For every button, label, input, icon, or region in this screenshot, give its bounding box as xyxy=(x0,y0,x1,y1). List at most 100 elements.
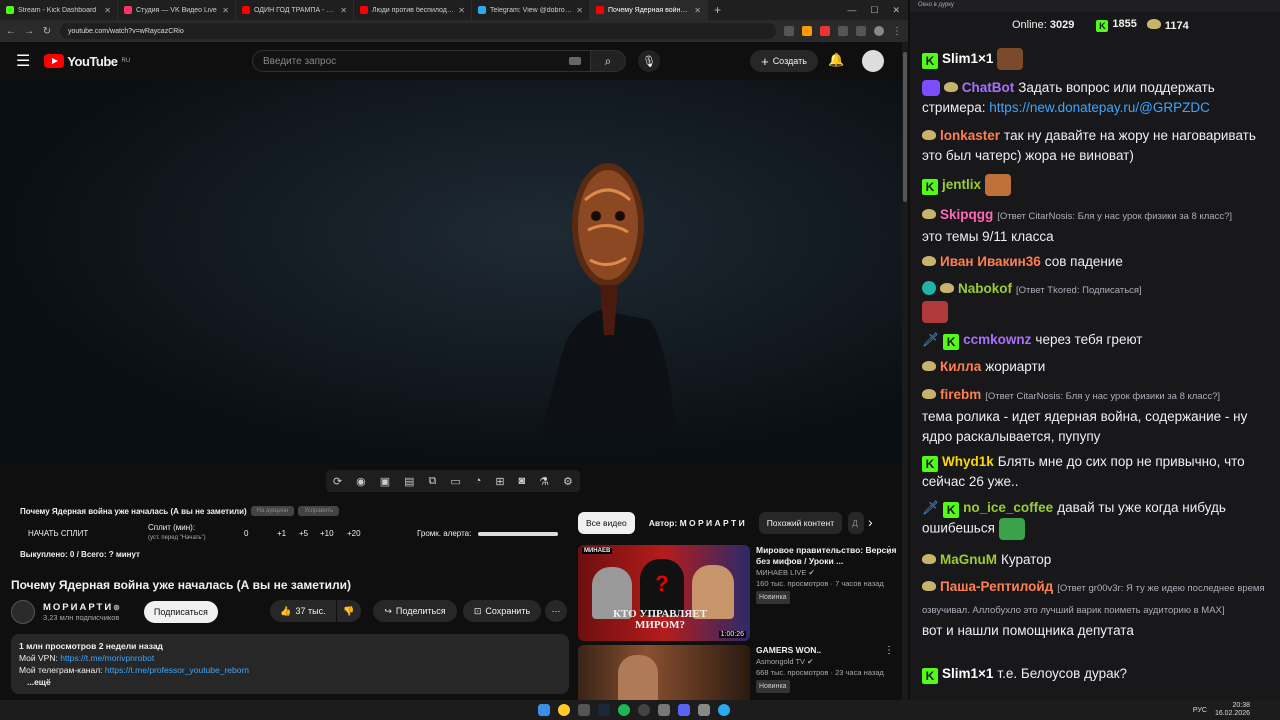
chat-username[interactable]: Килла xyxy=(940,359,981,374)
telegram-icon[interactable] xyxy=(718,704,730,716)
chevron-right-icon[interactable]: › xyxy=(868,514,873,530)
chat-username[interactable]: Skipqgg xyxy=(940,207,993,222)
recommendation-item[interactable]: МИНАЕВ ? КТО УПРАВЛЯЕТ МИРОМ? 1:00:26 Ми… xyxy=(578,545,898,641)
clapper-icon[interactable]: ▤ xyxy=(404,475,414,488)
recommendation-channel[interactable]: Asmongold TV ✔ xyxy=(756,656,898,667)
chat-username[interactable]: ccmkownz xyxy=(963,332,1031,347)
extension-icon[interactable] xyxy=(838,26,848,36)
chat-username[interactable]: Паша-Рептилойд xyxy=(940,579,1053,594)
maximize-icon[interactable]: ☐ xyxy=(870,5,878,16)
chat-username[interactable]: Nabokof xyxy=(958,281,1012,296)
extension-icon[interactable] xyxy=(784,26,794,36)
hamburger-menu-icon[interactable]: ☰ xyxy=(16,51,30,71)
chat-username[interactable]: Whyd1k xyxy=(942,454,994,469)
close-icon[interactable]: ✕ xyxy=(458,6,465,15)
alert-volume-slider[interactable] xyxy=(478,532,558,536)
video-thumbnail[interactable]: МИНАЕВ ? КТО УПРАВЛЯЕТ МИРОМ? 1:00:26 xyxy=(578,545,750,641)
tab[interactable]: Люди против беспилодия: сем✕ xyxy=(354,0,472,20)
cinema-icon[interactable]: ▭ xyxy=(450,475,460,488)
donate-link[interactable]: https://new.donatepay.ru/@GRPZDC xyxy=(989,100,1210,115)
more-actions-button[interactable]: ⋯ xyxy=(545,600,567,622)
chat-username[interactable]: Slim1×1 xyxy=(942,666,993,681)
chip-similar[interactable]: Похожий контент xyxy=(758,512,843,534)
chat-username[interactable]: no_ice_coffee xyxy=(963,500,1053,515)
save-button[interactable]: ⊡ Сохранить xyxy=(463,600,541,622)
close-icon[interactable]: ✕ xyxy=(340,6,347,15)
download-icon[interactable] xyxy=(856,26,866,36)
video-player[interactable] xyxy=(0,80,902,464)
steam-icon[interactable] xyxy=(598,704,610,716)
tab[interactable]: ОДИН ГОД ТРАМПА - YouTub ✕ xyxy=(236,0,354,20)
extension-icon[interactable] xyxy=(820,26,830,36)
close-icon[interactable]: ✕ xyxy=(576,6,583,15)
video-thumbnail[interactable] xyxy=(578,645,750,700)
add-1-button[interactable]: +1 xyxy=(277,529,286,538)
spotify-icon[interactable] xyxy=(618,704,630,716)
clock[interactable]: 20:38 16.02.2026 xyxy=(1215,702,1250,718)
more-icon[interactable]: ⋮ xyxy=(884,645,894,656)
tab-active[interactable]: Почему Ядерная война уж ✕ xyxy=(590,0,708,20)
create-button[interactable]: + Создать xyxy=(750,50,818,72)
channel-name[interactable]: МОРИАРТИ⊛ xyxy=(43,602,122,613)
dislike-button[interactable]: 👎 xyxy=(337,600,361,622)
frame-icon[interactable]: ⊞ xyxy=(495,475,504,488)
show-more-link[interactable]: ...ещё xyxy=(19,676,561,688)
profile-icon[interactable] xyxy=(874,26,884,36)
discord-icon[interactable] xyxy=(678,704,690,716)
vpn-link[interactable]: https://t.me/morivpnrobot xyxy=(60,653,154,663)
to-auction-button[interactable]: На аукцион xyxy=(250,506,295,516)
voice-search-button[interactable]: 🎙 xyxy=(638,50,660,72)
recommendation-title[interactable]: GAMERS WON.. xyxy=(756,645,898,656)
close-icon[interactable]: ✕ xyxy=(104,6,111,15)
description-box[interactable]: 1 млн просмотров 2 недели назад Мой VPN:… xyxy=(11,634,569,694)
chrome-icon[interactable] xyxy=(558,704,570,716)
menu-icon[interactable]: ⋮ xyxy=(892,26,902,37)
chat-username[interactable]: ChatBot xyxy=(962,80,1015,95)
forward-icon[interactable]: → xyxy=(24,26,34,37)
add-5-button[interactable]: +5 xyxy=(299,529,308,538)
camera-icon[interactable]: ◙ xyxy=(519,475,526,487)
close-window-icon[interactable]: ✕ xyxy=(892,5,900,16)
language-indicator[interactable]: РУС xyxy=(1193,707,1207,714)
manage-button[interactable]: Усправить xyxy=(298,506,340,516)
tab[interactable]: Telegram: View @dobro_2ch ✕ xyxy=(472,0,590,20)
recommendation-channel[interactable]: МИНАЕВ LIVE ✔ xyxy=(756,567,898,578)
add-20-button[interactable]: +20 xyxy=(347,529,361,538)
app-icon[interactable] xyxy=(578,704,590,716)
back-icon[interactable]: ← xyxy=(6,26,16,37)
like-button[interactable]: 👍 37 тыс. xyxy=(270,600,336,622)
chip-more[interactable]: Д xyxy=(848,512,865,534)
keyboard-icon[interactable] xyxy=(569,57,581,65)
reload-icon[interactable]: ↻ xyxy=(42,26,52,37)
loop-icon[interactable]: ⟳ xyxy=(333,475,342,488)
start-split-button[interactable]: НАЧАТЬ СПЛИТ xyxy=(28,529,88,538)
obs-icon[interactable] xyxy=(638,704,650,716)
recommendation-item[interactable]: GAMERS WON.. Asmongold TV ✔ 668 тыс. про… xyxy=(578,645,898,700)
youtube-logo[interactable]: YouTube RU xyxy=(44,54,130,69)
subscribe-button[interactable]: Подписаться xyxy=(143,601,218,623)
add-10-button[interactable]: +10 xyxy=(320,529,334,538)
notifications-icon[interactable]: 🔔 xyxy=(828,52,844,68)
recommendation-title[interactable]: Мировое правительство: Версия без мифов … xyxy=(756,545,898,567)
chat-username[interactable]: jentlix xyxy=(942,177,981,192)
close-icon[interactable]: ✕ xyxy=(694,6,701,15)
chat-username[interactable]: Иван Ивакин36 xyxy=(940,254,1041,269)
channel-avatar[interactable] xyxy=(11,600,35,624)
search-input[interactable]: Введите запрос xyxy=(252,50,592,72)
gear-icon[interactable]: ⚙ xyxy=(563,475,573,488)
chip-all-videos[interactable]: Все видео xyxy=(578,512,635,534)
pip-icon[interactable]: ⧉ xyxy=(429,475,437,488)
chat-username[interactable]: lonkaster xyxy=(940,128,1000,143)
screen-icon[interactable]: ▣ xyxy=(380,475,390,488)
share-button[interactable]: ↪ Поделиться xyxy=(373,600,457,622)
app-icon[interactable] xyxy=(658,704,670,716)
chip-author[interactable]: Автор: М О Р И А Р Т И xyxy=(641,512,753,534)
search-button[interactable]: ⌕ xyxy=(590,50,626,72)
new-tab-icon[interactable]: + xyxy=(708,0,727,20)
tab[interactable]: Студия — VK Видео Live ✕ xyxy=(118,0,236,20)
broadcast-icon[interactable]: ◉ xyxy=(356,475,366,488)
minimize-icon[interactable]: — xyxy=(847,5,856,15)
split-value[interactable]: 0 xyxy=(244,529,248,538)
scrollbar-thumb[interactable] xyxy=(903,52,907,202)
speed-icon[interactable]: ◔ xyxy=(475,475,482,487)
